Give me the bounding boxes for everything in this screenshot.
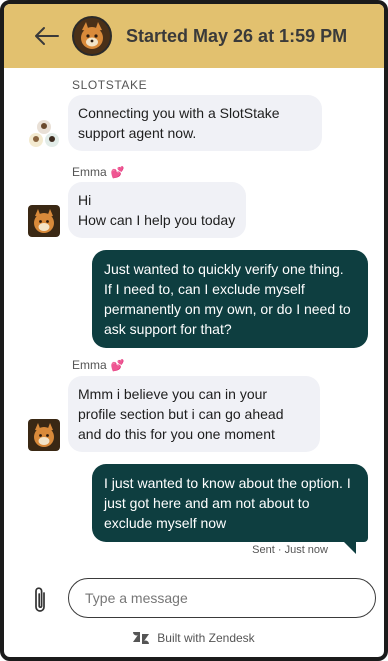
chat-header: Started May 26 at 1:59 PM [4, 4, 384, 68]
message-line: profile section but i can go ahead [78, 406, 284, 422]
heart-badge: 💕 [110, 360, 125, 372]
message-line: If I need to, can I exclude myself [104, 281, 305, 297]
message-line: exclude myself now [104, 515, 227, 531]
message-line: How can I help you today [78, 212, 236, 228]
conversation-title: Started May 26 at 1:59 PM [126, 25, 348, 46]
emma-avatar [28, 419, 60, 451]
message-line: Hi [78, 192, 92, 208]
message-bubble-incoming: Hi How can I help you today [68, 182, 246, 238]
sender-name: Emma 💕 [72, 358, 124, 372]
message-bubble-incoming: Mmm i believe you can in your profile se… [68, 376, 320, 452]
group-agents-avatar [28, 118, 60, 150]
footer-text: Built with Zendesk [157, 631, 255, 645]
bubble-tail-icon [344, 542, 356, 554]
message-line: Connecting you with a SlotStake [78, 105, 280, 121]
agent-avatar [72, 16, 112, 56]
message-status: Sent · Just now [252, 544, 328, 556]
attach-button[interactable] [28, 585, 52, 615]
message-bubble-outgoing: I just wanted to know about the option. … [92, 464, 368, 542]
message-bubble-outgoing: Just wanted to quickly verify one thing.… [92, 250, 368, 348]
message-composer [4, 576, 384, 624]
back-button[interactable] [24, 14, 68, 58]
heart-badge: 💕 [110, 167, 125, 179]
message-line: I just wanted to know about the option. … [104, 475, 351, 491]
message-line: ask support for that? [104, 321, 232, 337]
sender-name: SLOTSTAKE [72, 78, 148, 92]
message-line: Mmm i believe you can in your [78, 386, 268, 402]
powered-by-footer[interactable]: Built with Zendesk [4, 628, 384, 648]
sender-name-text: Emma [72, 165, 107, 179]
arrow-left-icon [35, 27, 59, 45]
message-line: and do this for you one moment [78, 426, 275, 442]
message-bubble-incoming: Connecting you with a SlotStake support … [68, 95, 322, 151]
message-line: Just wanted to quickly verify one thing. [104, 261, 344, 277]
chat-window: Started May 26 at 1:59 PM SLOTSTAKE Conn… [0, 0, 388, 661]
paperclip-icon [35, 587, 45, 612]
zendesk-logo-icon [133, 632, 150, 644]
message-line: permanently on my own, or do I need to [104, 301, 351, 317]
sender-name-text: Emma [72, 358, 107, 372]
message-line: just got here and am not about to [104, 495, 310, 511]
message-list[interactable]: SLOTSTAKE Connecting you with a SlotStak… [4, 68, 384, 568]
emma-avatar [28, 205, 60, 237]
message-line: support agent now. [78, 125, 197, 141]
sender-name: Emma 💕 [72, 165, 124, 179]
message-input[interactable] [68, 578, 376, 618]
